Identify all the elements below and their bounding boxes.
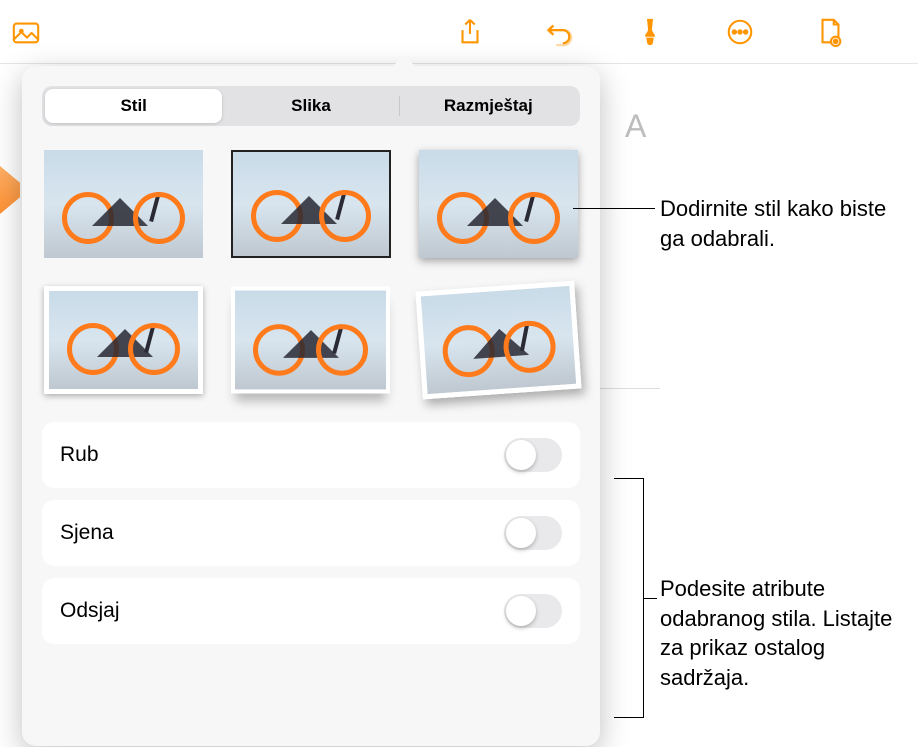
style-option-2[interactable] xyxy=(231,150,390,258)
style-option-1[interactable] xyxy=(44,150,203,258)
document-icon[interactable] xyxy=(810,12,850,52)
more-icon[interactable] xyxy=(720,12,760,52)
photos-icon[interactable] xyxy=(6,12,46,52)
tab-stil[interactable]: Stil xyxy=(45,89,222,123)
switch-odsjaj[interactable] xyxy=(504,594,562,628)
style-option-6[interactable] xyxy=(419,286,578,394)
style-grid xyxy=(42,150,580,394)
segmented-tabs: Stil Slika Razmještaj xyxy=(42,86,580,126)
share-icon[interactable] xyxy=(450,12,490,52)
style-option-3[interactable] xyxy=(419,150,578,258)
tab-razmjestaj[interactable]: Razmještaj xyxy=(400,89,577,123)
style-option-4[interactable] xyxy=(44,286,203,394)
brush-icon[interactable] xyxy=(630,12,670,52)
row-odsjaj: Odsjaj xyxy=(42,578,580,644)
top-toolbar xyxy=(0,0,918,64)
callout-bracket xyxy=(614,478,644,718)
callout-adjust-attrs: Podesite atribute odabranog stila. Lista… xyxy=(660,574,910,693)
label-odsjaj: Odsjaj xyxy=(60,599,120,623)
bg-selection-edge xyxy=(0,166,20,214)
label-rub: Rub xyxy=(60,443,99,467)
row-rub: Rub xyxy=(42,422,580,488)
row-sjena: Sjena xyxy=(42,500,580,566)
style-option-5[interactable] xyxy=(231,286,390,394)
bg-char: A xyxy=(625,108,646,145)
format-popover: Stil Slika Razmještaj Rub Sjena xyxy=(22,66,600,746)
switch-sjena[interactable] xyxy=(504,516,562,550)
switch-rub[interactable] xyxy=(504,438,562,472)
popover-arrow xyxy=(392,55,416,67)
attribute-toggles: Rub Sjena Odsjaj xyxy=(42,422,580,644)
tab-slika[interactable]: Slika xyxy=(222,89,399,123)
callout-line-top xyxy=(573,208,655,209)
bg-divider xyxy=(600,388,660,389)
undo-icon[interactable] xyxy=(540,12,580,52)
callout-select-style: Dodirnite stil kako biste ga odabrali. xyxy=(660,194,910,253)
label-sjena: Sjena xyxy=(60,521,114,545)
